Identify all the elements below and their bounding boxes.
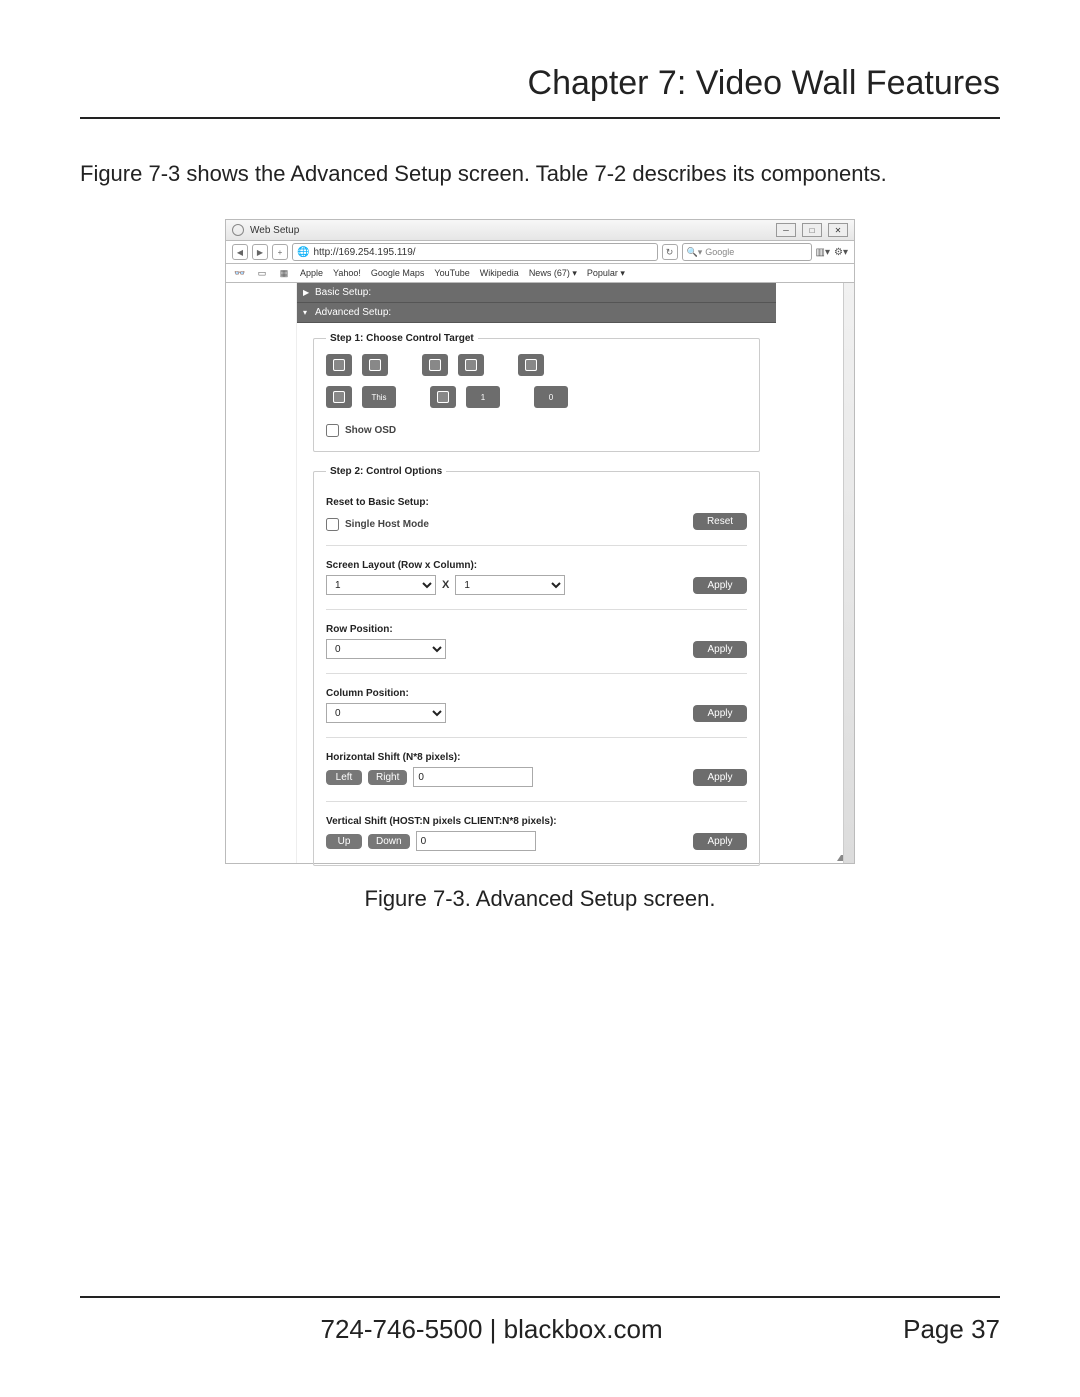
up-button[interactable]: Up xyxy=(326,834,362,849)
window-titlebar: Web Setup ─ □ ✕ xyxy=(226,220,854,241)
separator xyxy=(326,609,747,610)
reset-label: Reset to Basic Setup: xyxy=(326,497,747,508)
minimize-icon[interactable]: ─ xyxy=(776,223,796,237)
window-title: Web Setup xyxy=(250,225,770,236)
chevron-down-icon: ▾ xyxy=(303,308,307,317)
row-position-select[interactable]: 0 xyxy=(326,639,446,659)
address-bar[interactable]: 🌐 http://169.254.195.119/ xyxy=(292,243,658,261)
close-icon[interactable]: ✕ xyxy=(828,223,848,237)
footer-phone: 724-746-5500 xyxy=(321,1314,483,1344)
left-button[interactable]: Left xyxy=(326,770,362,785)
column-position-select[interactable]: 0 xyxy=(326,703,446,723)
footer-sep: | xyxy=(490,1314,504,1344)
footer-site: blackbox.com xyxy=(504,1314,663,1344)
screenshot-advanced-setup: Web Setup ─ □ ✕ ◀ ▶ + 🌐 http://169.254.1… xyxy=(225,219,855,864)
show-osd-label: Show OSD xyxy=(345,425,396,436)
target-box[interactable] xyxy=(362,354,388,376)
right-gutter xyxy=(780,283,854,863)
target-zero[interactable]: 0 xyxy=(534,386,568,408)
hshift-input[interactable] xyxy=(413,767,533,787)
target-box[interactable] xyxy=(326,354,352,376)
rows-select[interactable]: 1 xyxy=(326,575,436,595)
search-field[interactable]: 🔍▾ Google xyxy=(682,243,812,261)
bookmark-youtube[interactable]: YouTube xyxy=(434,268,469,278)
bookmarks-bar: 👓 ▭ ▦ Apple Yahoo! Google Maps YouTube W… xyxy=(226,264,854,283)
search-icon: 🔍▾ xyxy=(687,247,703,258)
show-osd-input[interactable] xyxy=(326,424,339,437)
site-icon: 🌐 xyxy=(297,247,309,258)
step1-legend: Step 1: Choose Control Target xyxy=(326,333,478,344)
book-icon[interactable]: ▭ xyxy=(256,268,268,279)
back-button[interactable]: ◀ xyxy=(232,244,248,260)
url-text: http://169.254.195.119/ xyxy=(313,247,415,258)
globe-icon xyxy=(232,224,244,236)
target-one[interactable]: 1 xyxy=(466,386,500,408)
hshift-label: Horizontal Shift (N*8 pixels): xyxy=(326,752,747,763)
accordion-advanced-setup[interactable]: ▾ Advanced Setup: xyxy=(297,303,776,323)
bookmark-popular[interactable]: Popular ▾ xyxy=(587,268,625,279)
grid-icon[interactable]: ▦ xyxy=(278,268,290,279)
apply-layout-button[interactable]: Apply xyxy=(693,577,747,594)
accordion-basic-setup[interactable]: ▶ Basic Setup: xyxy=(297,283,776,303)
right-button[interactable]: Right xyxy=(368,770,407,785)
vshift-input[interactable] xyxy=(416,831,536,851)
glasses-icon[interactable]: 👓 xyxy=(234,268,246,279)
target-box[interactable] xyxy=(422,354,448,376)
target-box[interactable] xyxy=(518,354,544,376)
cols-select[interactable]: 1 xyxy=(455,575,565,595)
separator xyxy=(326,673,747,674)
column-position-label: Column Position: xyxy=(326,688,747,699)
step2-fieldset: Step 2: Control Options Reset to Basic S… xyxy=(313,466,760,866)
separator xyxy=(326,801,747,802)
reload-button[interactable]: ↻ xyxy=(662,244,678,260)
footer-contact: 724-746-5500 | blackbox.com xyxy=(80,1314,903,1345)
target-this[interactable]: This xyxy=(362,386,396,408)
divider-top xyxy=(80,117,1000,119)
separator xyxy=(326,737,747,738)
intro-text: Figure 7-3 shows the Advanced Setup scre… xyxy=(80,161,1000,187)
target-box[interactable] xyxy=(326,386,352,408)
chapter-title: Chapter 7: Video Wall Features xyxy=(80,64,1000,103)
apply-vshift-button[interactable]: Apply xyxy=(693,833,747,850)
browser-toolbar: ◀ ▶ + 🌐 http://169.254.195.119/ ↻ 🔍▾ Goo… xyxy=(226,241,854,264)
apply-col-button[interactable]: Apply xyxy=(693,705,747,722)
page-number: Page 37 xyxy=(903,1314,1000,1345)
step1-fieldset: Step 1: Choose Control Target This xyxy=(313,333,760,452)
target-box[interactable] xyxy=(430,386,456,408)
maximize-icon[interactable]: □ xyxy=(802,223,822,237)
divider-bottom xyxy=(80,1296,1000,1298)
target-box[interactable] xyxy=(458,354,484,376)
show-osd-checkbox[interactable]: Show OSD xyxy=(326,424,747,437)
bookmark-wikipedia[interactable]: Wikipedia xyxy=(480,268,519,278)
accordion-basic-label: Basic Setup: xyxy=(315,287,371,298)
gear-icon[interactable]: ⚙▾ xyxy=(834,247,848,258)
single-host-label: Single Host Mode xyxy=(345,519,429,530)
x-separator: X xyxy=(442,579,449,591)
step2-legend: Step 2: Control Options xyxy=(326,466,446,477)
accordion-advanced-label: Advanced Setup: xyxy=(315,307,391,318)
page-menu-icon[interactable]: ▥▾ xyxy=(816,247,830,258)
apply-row-button[interactable]: Apply xyxy=(693,641,747,658)
search-placeholder: Google xyxy=(705,247,734,257)
down-button[interactable]: Down xyxy=(368,834,410,849)
bookmark-yahoo[interactable]: Yahoo! xyxy=(333,268,361,278)
vshift-label: Vertical Shift (HOST:N pixels CLIENT:N*8… xyxy=(326,816,747,827)
screen-layout-label: Screen Layout (Row x Column): xyxy=(326,560,747,571)
chevron-right-icon: ▶ xyxy=(303,288,309,297)
bookmark-news[interactable]: News (67) ▾ xyxy=(529,268,577,279)
add-tab-button[interactable]: + xyxy=(272,244,288,260)
bookmark-google-maps[interactable]: Google Maps xyxy=(371,268,425,278)
separator xyxy=(326,545,747,546)
reset-button[interactable]: Reset xyxy=(693,513,747,530)
bookmark-apple[interactable]: Apple xyxy=(300,268,323,278)
single-host-checkbox[interactable]: Single Host Mode xyxy=(326,518,429,531)
forward-button[interactable]: ▶ xyxy=(252,244,268,260)
row-position-label: Row Position: xyxy=(326,624,747,635)
left-gutter xyxy=(226,283,297,863)
apply-hshift-button[interactable]: Apply xyxy=(693,769,747,786)
single-host-input[interactable] xyxy=(326,518,339,531)
